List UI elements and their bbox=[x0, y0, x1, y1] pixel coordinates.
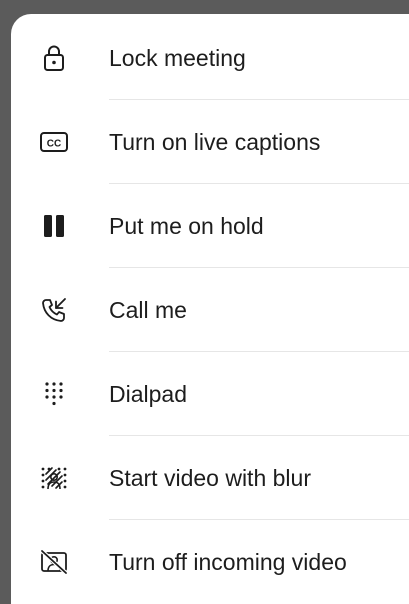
closed-captions-icon: CC bbox=[39, 127, 69, 157]
menu-item-label: Start video with blur bbox=[109, 464, 311, 491]
menu-item-label: Turn off incoming video bbox=[109, 548, 347, 575]
menu-item-live-captions[interactable]: CC Turn on live captions bbox=[11, 100, 409, 184]
menu-item-label: Call me bbox=[109, 296, 187, 323]
menu-item-label: Dialpad bbox=[109, 380, 187, 407]
menu-item-label: Put me on hold bbox=[109, 212, 264, 239]
dialpad-icon bbox=[39, 379, 69, 409]
pause-icon bbox=[39, 211, 69, 241]
more-options-menu: Lock meeting CC Turn on live captions Pu… bbox=[11, 14, 409, 604]
menu-item-label: Turn on live captions bbox=[109, 128, 321, 155]
menu-item-incoming-video-off[interactable]: Turn off incoming video bbox=[11, 520, 409, 604]
menu-item-call-me[interactable]: Call me bbox=[11, 268, 409, 352]
blur-background-icon bbox=[39, 463, 69, 493]
menu-item-put-on-hold[interactable]: Put me on hold bbox=[11, 184, 409, 268]
lock-icon bbox=[39, 43, 69, 73]
call-me-icon bbox=[39, 295, 69, 325]
svg-text:CC: CC bbox=[47, 139, 61, 150]
menu-item-dialpad[interactable]: Dialpad bbox=[11, 352, 409, 436]
menu-item-video-blur[interactable]: Start video with blur bbox=[11, 436, 409, 520]
menu-item-label: Lock meeting bbox=[109, 44, 246, 71]
incoming-video-off-icon bbox=[39, 547, 69, 577]
menu-item-lock-meeting[interactable]: Lock meeting bbox=[11, 16, 409, 100]
